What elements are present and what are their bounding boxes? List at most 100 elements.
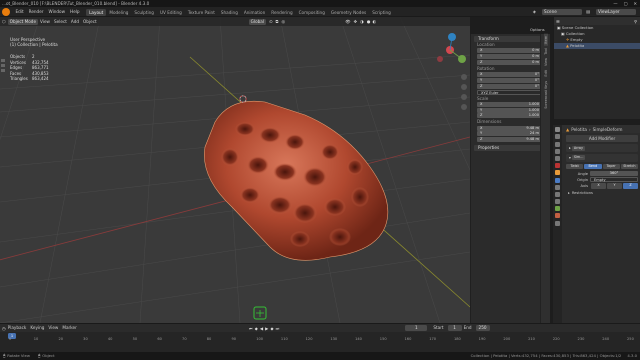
menu-help[interactable]: Help [68,7,83,17]
editor-type-icon[interactable]: ⬡ [2,19,6,24]
prev-keyframe-icon[interactable]: ◆ [255,326,258,331]
physics-tab-icon[interactable] [555,191,560,197]
rotation-mode-select[interactable]: XYZ Euler [477,89,542,95]
render-tab-icon[interactable] [555,134,560,140]
close-icon[interactable]: ✕ [633,0,637,7]
3d-viewport[interactable]: ⬡ Object Mode View Select Add Object Glo… [0,17,470,323]
menu-render[interactable]: Render [26,7,46,17]
deform-tab-bend[interactable]: Bend [584,163,602,169]
outliner-type-icon[interactable]: ☰ [556,19,560,24]
world-tab-icon[interactable] [555,163,560,169]
tab-tool[interactable]: Tool [544,46,548,57]
modifier-array[interactable]: ▸ Array [566,144,638,152]
tab-layout[interactable]: Layout [86,8,107,16]
axis-y-button[interactable]: Y [607,183,622,189]
start-frame-field[interactable]: 1 [447,325,462,331]
location-z-field[interactable]: Z0 m [477,59,542,65]
tool-rotate-icon[interactable] [1,69,5,72]
modifier-name[interactable]: Array [571,145,585,151]
menu-select[interactable]: Select [52,17,69,26]
add-modifier-button[interactable]: Add Modifier [566,135,638,142]
blender-logo-icon[interactable] [2,7,10,16]
dimensions-y-field[interactable]: Y 24 m [477,131,542,137]
menu-playback[interactable]: Playback [6,324,29,332]
tab-compositing[interactable]: Compositing [296,9,328,16]
visibility-icon[interactable]: 👁 [345,19,350,25]
snap-icon[interactable]: ⧉ [276,19,279,24]
maximize-icon[interactable]: ▢ [624,0,628,7]
view-layer-icon[interactable]: ▤ [586,9,590,14]
camera-gizmo-icon[interactable] [253,306,267,320]
dimensions-x-field[interactable]: X 9.48 m [477,125,542,131]
menu-edit[interactable]: Edit [13,7,26,17]
jump-end-icon[interactable]: ⏭ [276,326,280,331]
proportional-edit-icon[interactable]: ◎ [282,19,286,24]
tool-move-icon[interactable] [1,64,5,67]
view-layer-selector[interactable]: ViewLayer [596,8,636,15]
jump-start-icon[interactable]: ⏮ [249,326,253,331]
expand-arrow-icon[interactable]: ▸ [568,191,570,195]
play-icon[interactable]: ▶ [265,326,268,331]
particles-tab-icon[interactable] [555,184,560,190]
tab-screencast-keys[interactable]: Screencast Keys [544,79,548,111]
tab-uv-editing[interactable]: UV Editing [157,9,185,16]
options-button[interactable]: Options [528,26,547,34]
restrictions-panel[interactable]: ▸ Restrictions [568,191,638,195]
tab-item[interactable]: Item [543,34,548,46]
axis-z-button[interactable]: Z [623,183,638,189]
scene-icon[interactable]: ◈ [533,9,536,14]
modifier-name[interactable]: Sim... [571,155,586,160]
tool-select-icon[interactable] [1,59,5,62]
modifier-tab-icon[interactable] [555,177,560,183]
tab-animation[interactable]: Animation [241,9,268,16]
constraints-tab-icon[interactable] [555,199,560,205]
menu-timeline-view[interactable]: View [46,324,60,332]
material-tab-icon[interactable] [555,213,560,219]
location-x-field[interactable]: X0 m [477,48,542,54]
end-frame-field[interactable]: 250 [475,325,490,331]
rotation-y-field[interactable]: Y 0° [477,77,542,83]
deform-tab-twist[interactable]: Twist [566,163,584,169]
tab-sculpting[interactable]: Sculpting [131,9,157,16]
data-tab-icon[interactable] [555,206,560,212]
transform-orientation[interactable]: Global [248,18,267,25]
scene-tab-icon[interactable] [555,155,560,161]
modifier-simpledeform[interactable]: ▾ Sim... [566,153,638,162]
next-keyframe-icon[interactable]: ◆ [270,326,273,331]
pivot-icon[interactable]: ⊙ [269,19,273,24]
tab-scripting[interactable]: Scripting [369,9,394,16]
scene-selector[interactable]: Scene [542,8,583,15]
outliner-filter-icon[interactable]: ⚲ [634,19,637,24]
rotation-z-field[interactable]: Z 0° [477,83,542,89]
viewport-canvas[interactable] [0,17,470,323]
output-tab-icon[interactable] [555,141,560,147]
object-tab-icon[interactable] [555,170,560,176]
menu-window[interactable]: Window [46,7,68,17]
menu-keying[interactable]: Keying [28,324,46,332]
location-y-field[interactable]: Y0 m [477,54,542,60]
expand-arrow-icon[interactable]: ▸ [569,146,571,150]
current-frame-field[interactable]: 1 [405,325,428,331]
scale-y-field[interactable]: Y 1.000 [477,107,542,113]
origin-field[interactable]: Empty [590,177,638,182]
gizmo-toggle-icon[interactable]: ✥ [354,19,358,24]
deform-tab-stretch[interactable]: Stretch [620,163,638,169]
menu-marker[interactable]: Marker [60,324,78,332]
outliner-item-pelotita[interactable]: ▲ Pelotita [554,43,640,49]
3d-cursor-icon[interactable] [239,95,247,103]
scale-z-field[interactable]: Z 1.000 [477,113,542,119]
pelotita-mesh[interactable] [204,100,389,261]
mode-selector[interactable]: Object Mode [7,18,39,25]
shading-material-icon[interactable]: ◐ [372,19,376,24]
menu-object[interactable]: Object [81,17,99,26]
tab-shading[interactable]: Shading [218,9,241,16]
angle-field[interactable]: 360° [590,171,638,176]
texture-tab-icon[interactable] [555,220,560,226]
properties-section-header[interactable]: Properties [474,145,545,152]
scale-x-field[interactable]: X 1.000 [477,101,542,107]
tab-rendering[interactable]: Rendering [268,9,295,16]
dimensions-z-field[interactable]: Z 9.48 m [477,137,542,143]
menu-view[interactable]: View [38,17,52,26]
deform-tab-taper[interactable]: Taper [602,163,620,169]
tab-modeling[interactable]: Modeling [106,9,131,16]
